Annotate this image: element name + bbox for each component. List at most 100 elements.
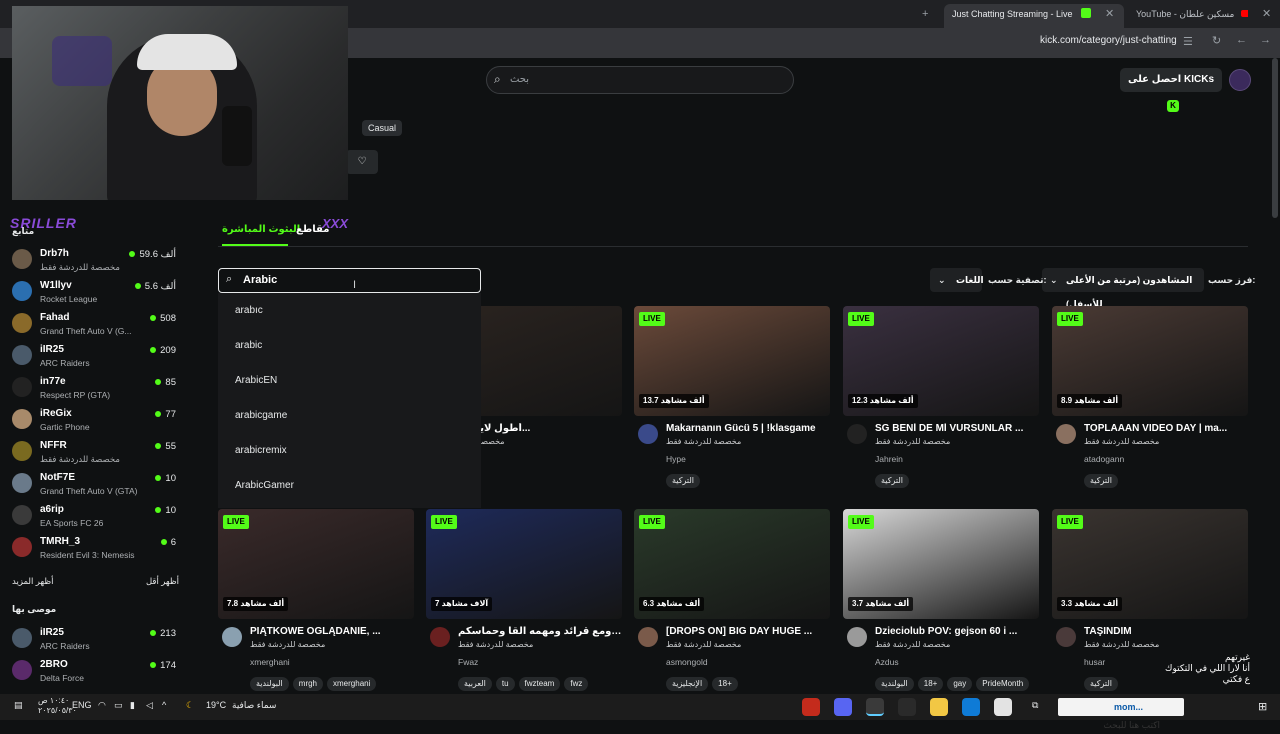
channel-avatar[interactable] bbox=[847, 627, 867, 647]
new-tab-icon[interactable]: + bbox=[922, 8, 928, 20]
url-field[interactable]: kick.com/category/just-chatting bbox=[1040, 35, 1177, 46]
stream-tag[interactable]: fwz bbox=[564, 677, 589, 691]
stream-title[interactable]: PIĄTKOWE OGLĄDANIE, ... bbox=[250, 626, 414, 637]
chrome-icon[interactable] bbox=[866, 698, 884, 716]
stream-tag[interactable]: البولندية bbox=[875, 677, 914, 691]
channel-avatar[interactable] bbox=[1056, 627, 1076, 647]
stream-title[interactable]: TAŞINDIM bbox=[1084, 626, 1248, 637]
sidebar-channel-row[interactable]: TMRH_3 Resident Evil 3: Nemesis 6 bbox=[12, 534, 176, 566]
channel-avatar[interactable] bbox=[638, 424, 658, 444]
edge-icon[interactable] bbox=[962, 698, 980, 716]
language-indicator[interactable]: ENG bbox=[72, 700, 92, 710]
stream-tag[interactable]: البولندية bbox=[250, 677, 289, 691]
stream-category[interactable]: مخصصة للدردشة فقط bbox=[666, 437, 741, 446]
stream-category[interactable]: مخصصة للدردشة فقط bbox=[875, 437, 950, 446]
file-explorer-icon[interactable] bbox=[930, 698, 948, 716]
stream-tag[interactable]: gay bbox=[947, 677, 973, 691]
tag-suggestion-item[interactable]: ArabicEN bbox=[235, 375, 277, 386]
channel-name[interactable]: asmongold bbox=[666, 657, 708, 667]
stream-category[interactable]: مخصصة للدردشة فقط bbox=[1084, 437, 1159, 446]
notification-icon[interactable]: ▤ bbox=[14, 700, 23, 711]
weather-temp[interactable]: 19°C bbox=[206, 700, 226, 710]
stream-title[interactable]: SG BENİ DE Mİ VURSUNLAR ... bbox=[875, 423, 1039, 434]
stream-tag[interactable]: fwzteam bbox=[518, 677, 561, 691]
channel-avatar[interactable] bbox=[847, 424, 867, 444]
tab-search-icon[interactable]: ☰ bbox=[1183, 35, 1193, 48]
sidebar-channel-row[interactable]: iIR25 ARC Raiders 213 bbox=[12, 625, 176, 657]
channel-avatar[interactable] bbox=[222, 627, 242, 647]
stream-title[interactable]: ليق وصل ومع قرائد ومهمه القا وحماسكم... bbox=[458, 626, 622, 637]
microphone-icon[interactable]: ▮ bbox=[130, 700, 135, 711]
channel-avatar[interactable] bbox=[638, 627, 658, 647]
tag-suggestion-item[interactable]: arabicgame bbox=[235, 410, 287, 421]
battery-icon[interactable]: ▭ bbox=[114, 700, 123, 711]
channel-avatar[interactable] bbox=[1056, 424, 1076, 444]
tag-suggestion-item[interactable]: ArabicGamer bbox=[235, 480, 294, 491]
chevron-up-icon[interactable]: ^ bbox=[162, 700, 166, 710]
channel-name[interactable]: Hype bbox=[666, 454, 686, 464]
stream-category[interactable]: مخصصة للدردشة فقط bbox=[250, 640, 325, 649]
stream-category[interactable]: مخصصة للدردشة فقط bbox=[666, 640, 741, 649]
stream-title[interactable]: Dzieciolub POV: gejson 60 i ... bbox=[875, 626, 1039, 637]
stream-category[interactable]: مخصصة للدردشة فقط bbox=[875, 640, 950, 649]
tag-filter-input[interactable]: Arabic bbox=[218, 268, 481, 293]
channel-name[interactable]: atadogann bbox=[1084, 454, 1124, 464]
channel-name[interactable]: Jahrein bbox=[875, 454, 903, 464]
taskbar-search-box[interactable]: mom... اكتب هنا للبحث bbox=[1058, 698, 1184, 730]
sidebar-channel-row[interactable]: Fahad Grand Theft Auto V (G... 508 bbox=[12, 310, 176, 342]
stream-title[interactable]: Makarnanın Gücü 5 | !klasgame bbox=[666, 423, 830, 434]
sidebar-channel-row[interactable]: in77e Respect RP (GTA) 85 bbox=[12, 374, 176, 406]
sidebar-channel-row[interactable]: W1llyv Rocket League 5.6 ألف bbox=[12, 278, 176, 310]
tag-suggestion-item[interactable]: arabic bbox=[235, 340, 262, 351]
browser-tab-kick[interactable]: Just Chatting Streaming - Live bbox=[944, 4, 1124, 28]
show-more-link[interactable]: أظهر المزيد bbox=[12, 576, 53, 587]
category-tag[interactable]: Casual bbox=[362, 120, 403, 136]
channel-name[interactable]: xmerghani bbox=[250, 657, 290, 667]
stream-tag[interactable]: mrgh bbox=[292, 677, 324, 691]
channel-name[interactable]: Fwaz bbox=[458, 657, 478, 667]
start-icon[interactable]: ⊞ bbox=[1258, 700, 1267, 713]
tag-suggestion-item[interactable]: arabıc bbox=[235, 305, 263, 316]
close-tab-icon[interactable]: ✕ bbox=[1262, 7, 1271, 20]
stream-card[interactable]: LIVE 6.3 ألف مشاهد [DROPS ON] BIG DAY HUGE… bbox=[634, 509, 830, 699]
browser-tab-youtube[interactable]: YouTube - مسكين علطان bbox=[1128, 4, 1248, 28]
forward-icon[interactable]: → bbox=[1260, 34, 1271, 46]
store-icon[interactable] bbox=[898, 698, 916, 716]
sidebar-channel-row[interactable]: NFFR مخصصة للدردشة فقط 55 bbox=[12, 438, 176, 470]
sidebar-channel-row[interactable]: Drb7h مخصصة للدردشة فقط 59.6 ألف bbox=[12, 246, 176, 278]
clock[interactable]: ١٠:٤٠ ص ٢٠٢٥/٠٥/٣٠ bbox=[38, 696, 77, 716]
language-select[interactable]: ⌄ اللغات bbox=[930, 268, 984, 292]
channel-name[interactable]: Azdus bbox=[875, 657, 899, 667]
stream-card[interactable]: LIVE 7 آلاف مشاهد ليق وصل ومع قرائد ومهمه … bbox=[426, 509, 622, 699]
close-tab-icon[interactable]: ✕ bbox=[1105, 7, 1114, 20]
sidebar-channel-row[interactable]: iIR25 ARC Raiders 209 bbox=[12, 342, 176, 374]
stream-tag[interactable]: العربية bbox=[458, 677, 492, 691]
get-kicks-button[interactable]: احصل على KICKs K bbox=[1120, 68, 1222, 112]
sidebar-channel-row[interactable]: 2BRO Delta Force 174 bbox=[12, 657, 176, 689]
tab-clips[interactable]: مقاطع bbox=[296, 224, 329, 235]
stream-tag[interactable]: الإنجليزية bbox=[666, 677, 709, 691]
stream-title[interactable]: [DROPS ON] BIG DAY HUGE ... bbox=[666, 626, 830, 637]
wifi-icon[interactable]: ◠ bbox=[98, 700, 106, 711]
stream-category[interactable]: مخصصة للدردشة فقط bbox=[1084, 640, 1159, 649]
page-scrollbar[interactable] bbox=[1272, 58, 1278, 218]
sidebar-channel-row[interactable]: iReGix Gartic Phone 77 bbox=[12, 406, 176, 438]
stream-card[interactable]: LIVE 7.8 ألف مشاهد PIĄTKOWE OGLĄDANIE, ...… bbox=[218, 509, 414, 699]
stream-tag[interactable]: التركية bbox=[1084, 474, 1118, 488]
site-search-input[interactable]: بحث bbox=[486, 66, 794, 94]
reload-icon[interactable]: ↻ bbox=[1212, 34, 1221, 47]
weather-text[interactable]: سماء صافية bbox=[232, 700, 276, 711]
stream-title[interactable]: TOPLAAAN VIDEO DAY | ma... bbox=[1084, 423, 1248, 434]
tab-live-streams[interactable]: البثوث المباشرة bbox=[222, 224, 300, 235]
back-icon[interactable]: ← bbox=[1236, 34, 1247, 46]
sort-select[interactable]: ⌄ المشاهدون (مرتبة من الأعلى للأسفل) bbox=[1042, 268, 1204, 309]
stream-tag[interactable]: tu bbox=[495, 677, 515, 691]
stream-card[interactable]: LIVE 12.3 ألف مشاهد SG BENİ DE Mİ VURSUNLA… bbox=[843, 306, 1039, 496]
stream-category[interactable]: مخصصة للدردشة فقط bbox=[458, 640, 533, 649]
user-avatar[interactable] bbox=[1229, 69, 1251, 91]
tag-suggestion-item[interactable]: arabicremix bbox=[235, 445, 287, 456]
stream-tag[interactable]: PrideMonth bbox=[976, 677, 1030, 691]
stream-tag[interactable]: xmerghani bbox=[327, 677, 377, 691]
stream-tag[interactable]: التركية bbox=[666, 474, 700, 488]
sidebar-channel-row[interactable]: NotF7E Grand Theft Auto V (GTA) 10 bbox=[12, 470, 176, 502]
